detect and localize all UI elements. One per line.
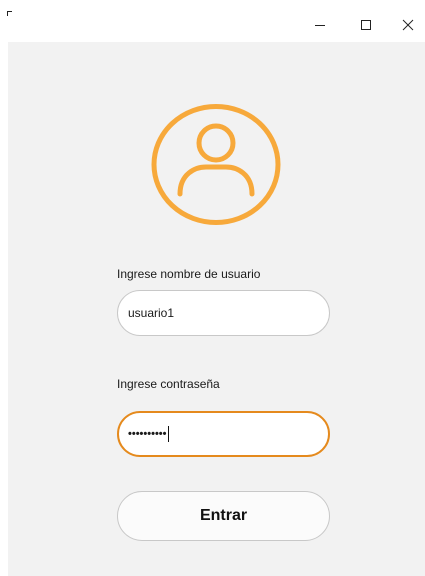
title-bar[interactable] [0,0,425,42]
password-mask: •••••••••• [128,428,167,440]
password-field[interactable]: •••••••••• [117,411,330,457]
login-window: Ingrese nombre de usuario usuario1 Ingre… [0,0,425,576]
maximize-button[interactable] [353,12,379,38]
username-value: usuario1 [128,306,175,320]
app-icon [7,11,12,16]
login-button[interactable]: Entrar [117,491,330,541]
close-button[interactable] [395,12,421,38]
maximize-icon [361,20,371,30]
text-cursor [167,426,170,442]
username-label: Ingrese nombre de usuario [117,267,261,281]
username-field[interactable]: usuario1 [117,290,330,336]
minimize-icon [315,25,325,26]
password-label: Ingrese contraseña [117,377,220,391]
close-icon [402,19,414,31]
minimize-button[interactable] [307,12,333,38]
user-profile-icon [151,104,281,225]
